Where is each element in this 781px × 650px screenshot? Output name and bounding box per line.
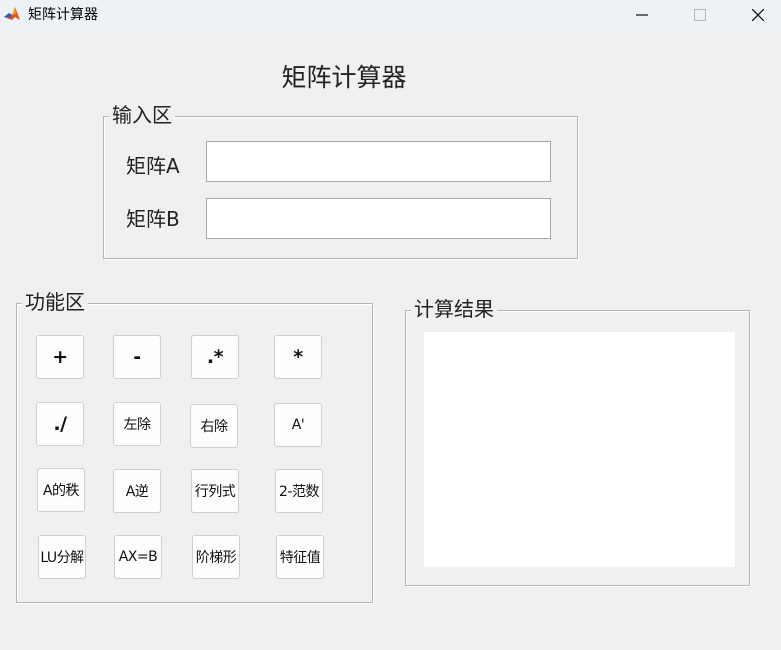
maximize-icon (694, 9, 706, 21)
left-divide-button[interactable]: 左除 (113, 402, 161, 446)
result-panel-title: 计算结果 (411, 297, 497, 321)
matrix-b-label: 矩阵B (126, 207, 180, 231)
maximize-button[interactable] (677, 0, 723, 30)
minimize-button[interactable] (619, 0, 665, 30)
minimize-icon (636, 14, 648, 16)
eigenvalue-button[interactable]: 特征值 (276, 535, 324, 579)
close-button[interactable] (735, 0, 781, 30)
subtract-button[interactable]: - (113, 335, 161, 379)
row-echelon-button[interactable]: 阶梯形 (192, 535, 240, 579)
transpose-button[interactable]: A' (274, 403, 322, 447)
window-title: 矩阵计算器 (28, 7, 98, 23)
determinant-button[interactable]: 行列式 (191, 469, 239, 513)
title-bar[interactable]: 矩阵计算器 (0, 0, 781, 30)
elementwise-multiply-button[interactable]: .* (191, 335, 239, 379)
matrix-a-label: 矩阵A (126, 154, 180, 178)
two-norm-button[interactable]: 2-范数 (275, 469, 323, 513)
matlab-logo-icon (3, 5, 21, 23)
matrix-b-input[interactable] (206, 198, 551, 239)
matrix-multiply-button[interactable]: * (274, 335, 322, 379)
function-panel-title: 功能区 (22, 290, 88, 314)
result-output[interactable] (424, 332, 735, 567)
input-panel: 输入区 矩阵A 矩阵B (103, 103, 578, 259)
result-panel: 计算结果 (405, 297, 750, 586)
app-window: 矩阵计算器 矩阵计算器 输入区 矩阵A 矩阵B 功能区 + - .* * ./ … (0, 0, 781, 650)
solve-ax-b-button[interactable]: AX=B (114, 535, 162, 579)
elementwise-divide-button[interactable]: ./ (36, 402, 84, 446)
add-button[interactable]: + (36, 335, 84, 379)
lu-decomposition-button[interactable]: LU分解 (38, 535, 86, 579)
input-panel-title: 输入区 (109, 103, 175, 127)
right-divide-button[interactable]: 右除 (190, 404, 238, 448)
function-panel: 功能区 + - .* * ./ 左除 右除 A' A的秩 A逆 行列式 2-范数… (16, 290, 373, 603)
matrix-a-input[interactable] (206, 141, 551, 182)
close-icon (752, 9, 764, 21)
inverse-button[interactable]: A逆 (113, 469, 161, 513)
rank-button[interactable]: A的秩 (37, 468, 85, 512)
page-title: 矩阵计算器 (281, 63, 407, 92)
